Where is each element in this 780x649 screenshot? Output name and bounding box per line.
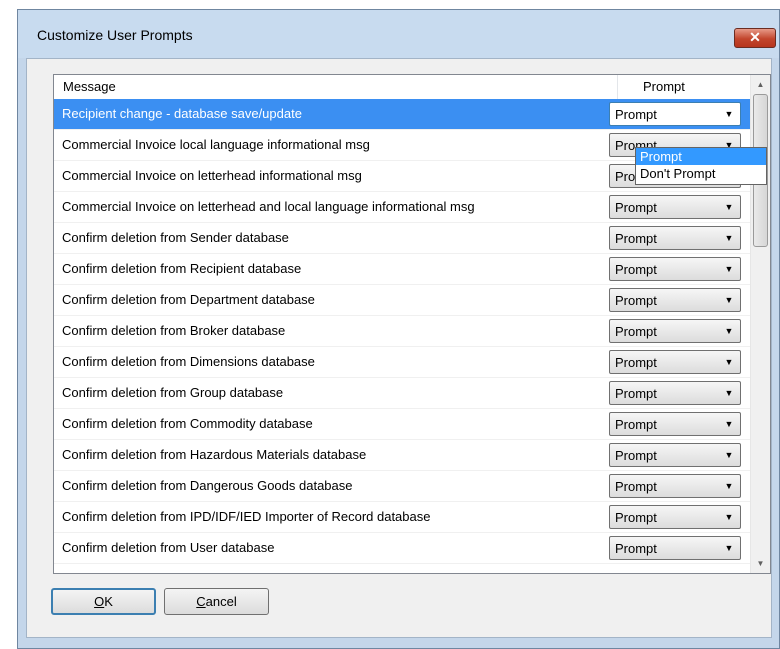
prompt-dropdown-list[interactable]: Prompt Don't Prompt [635, 147, 767, 185]
close-icon: ✕ [749, 29, 761, 45]
column-header-message[interactable]: Message [63, 79, 116, 94]
table-row[interactable]: Confirm deletion from Hazardous Material… [54, 440, 750, 471]
column-divider[interactable] [617, 75, 618, 99]
dialog-client-area: Message Prompt Recipient change - databa… [26, 58, 772, 638]
message-cell: Confirm deletion from User database [62, 540, 275, 555]
table-row[interactable]: Confirm deletion from Recipient database… [54, 254, 750, 285]
table-row[interactable]: Confirm deletion from Sender database Pro… [54, 223, 750, 254]
chevron-down-icon[interactable]: ▼ [718, 196, 740, 218]
message-cell: Confirm deletion from Hazardous Material… [62, 447, 367, 462]
chevron-down-icon[interactable]: ▼ [718, 289, 740, 311]
chevron-down-icon[interactable]: ▼ [718, 475, 740, 497]
prompt-value: Prompt [615, 386, 657, 401]
message-cell: Commercial Invoice local language inform… [62, 137, 370, 152]
message-cell: Confirm deletion from IPD/IDF/IED Import… [62, 509, 431, 524]
prompt-combobox[interactable]: Prompt ▼ [609, 288, 741, 312]
prompt-value: Prompt [615, 324, 657, 339]
prompt-combobox[interactable]: Prompt ▼ [609, 226, 741, 250]
prompt-combobox[interactable]: Prompt ▼ [609, 474, 741, 498]
chevron-down-icon[interactable]: ▼ [718, 506, 740, 528]
message-cell: Confirm deletion from Dangerous Goods da… [62, 478, 353, 493]
chevron-down-icon[interactable]: ▼ [718, 537, 740, 559]
chevron-down-icon[interactable]: ▼ [718, 351, 740, 373]
prompt-value: Prompt [615, 231, 657, 246]
prompt-value: Prompt [615, 262, 657, 277]
prompt-combobox[interactable]: Prompt ▼ [609, 381, 741, 405]
dialog-title: Customize User Prompts [37, 27, 193, 43]
cancel-button[interactable]: Cancel [164, 588, 269, 615]
grid-header: Message Prompt [54, 75, 750, 99]
chevron-down-icon[interactable]: ▼ [718, 258, 740, 280]
chevron-down-icon[interactable]: ▼ [718, 227, 740, 249]
message-cell: Confirm deletion from Department databas… [62, 292, 315, 307]
close-button[interactable]: ✕ [734, 28, 776, 48]
prompt-value: Prompt [615, 417, 657, 432]
prompt-combobox[interactable]: Prompt ▼ [609, 257, 741, 281]
table-row[interactable]: Confirm deletion from Commodity database… [54, 409, 750, 440]
table-row[interactable]: Confirm deletion from Department databas… [54, 285, 750, 316]
message-cell: Confirm deletion from Commodity database [62, 416, 313, 431]
prompt-value: Prompt [615, 479, 657, 494]
prompt-value: Prompt [615, 293, 657, 308]
message-cell: Confirm deletion from Dimensions databas… [62, 354, 315, 369]
chevron-down-icon[interactable]: ▼ [718, 382, 740, 404]
prompt-combobox[interactable]: Prompt ▼ [609, 505, 741, 529]
table-row[interactable]: Recipient change - database save/update P… [54, 99, 750, 130]
message-cell: Commercial Invoice on letterhead and loc… [62, 199, 475, 214]
table-row[interactable]: Confirm deletion from User database Promp… [54, 533, 750, 564]
prompt-value: Prompt [615, 510, 657, 525]
customize-user-prompts-dialog: Customize User Prompts ✕ Message Prompt … [17, 9, 780, 649]
table-row[interactable]: Confirm deletion from Group database Prom… [54, 378, 750, 409]
message-cell: Confirm deletion from Sender database [62, 230, 289, 245]
message-cell: Recipient change - database save/update [62, 106, 302, 121]
prompt-combobox[interactable]: Prompt ▼ [609, 412, 741, 436]
chevron-down-icon[interactable]: ▼ [718, 103, 740, 125]
prompt-value: Prompt [615, 355, 657, 370]
chevron-down-icon[interactable]: ▼ [718, 413, 740, 435]
message-cell: Confirm deletion from Recipient database [62, 261, 302, 276]
table-row[interactable]: Confirm deletion from Broker database Pro… [54, 316, 750, 347]
dropdown-option[interactable]: Prompt [636, 148, 766, 165]
table-row[interactable]: Commercial Invoice on letterhead and loc… [54, 192, 750, 223]
message-cell: Commercial Invoice on letterhead informa… [62, 168, 362, 183]
scroll-up-arrow-icon[interactable]: ▲ [751, 76, 770, 93]
column-header-prompt[interactable]: Prompt [643, 79, 685, 94]
prompt-value: Prompt [615, 448, 657, 463]
prompt-value: Prompt [615, 541, 657, 556]
chevron-down-icon[interactable]: ▼ [718, 320, 740, 342]
prompt-value: Prompt [615, 107, 657, 122]
prompt-combobox[interactable]: Prompt ▼ [609, 195, 741, 219]
table-row[interactable]: Confirm deletion from Dimensions databas… [54, 347, 750, 378]
prompts-grid: Message Prompt Recipient change - databa… [53, 74, 771, 574]
dropdown-option[interactable]: Don't Prompt [636, 165, 766, 182]
prompt-combobox[interactable]: Prompt ▼ [609, 443, 741, 467]
prompt-combobox[interactable]: Prompt ▼ [609, 536, 741, 560]
prompt-combobox[interactable]: Prompt ▼ [609, 319, 741, 343]
title-bar[interactable]: Customize User Prompts ✕ [18, 10, 779, 58]
prompt-value: Prompt [615, 200, 657, 215]
table-row[interactable]: Confirm deletion from IPD/IDF/IED Import… [54, 502, 750, 533]
message-cell: Confirm deletion from Broker database [62, 323, 286, 338]
scroll-down-arrow-icon[interactable]: ▼ [751, 555, 770, 572]
message-cell: Confirm deletion from Group database [62, 385, 284, 400]
prompt-combobox[interactable]: Prompt ▼ [609, 102, 741, 126]
ok-button[interactable]: OK [51, 588, 156, 615]
table-row[interactable]: Confirm deletion from Dangerous Goods da… [54, 471, 750, 502]
chevron-down-icon[interactable]: ▼ [718, 444, 740, 466]
prompt-combobox[interactable]: Prompt ▼ [609, 350, 741, 374]
